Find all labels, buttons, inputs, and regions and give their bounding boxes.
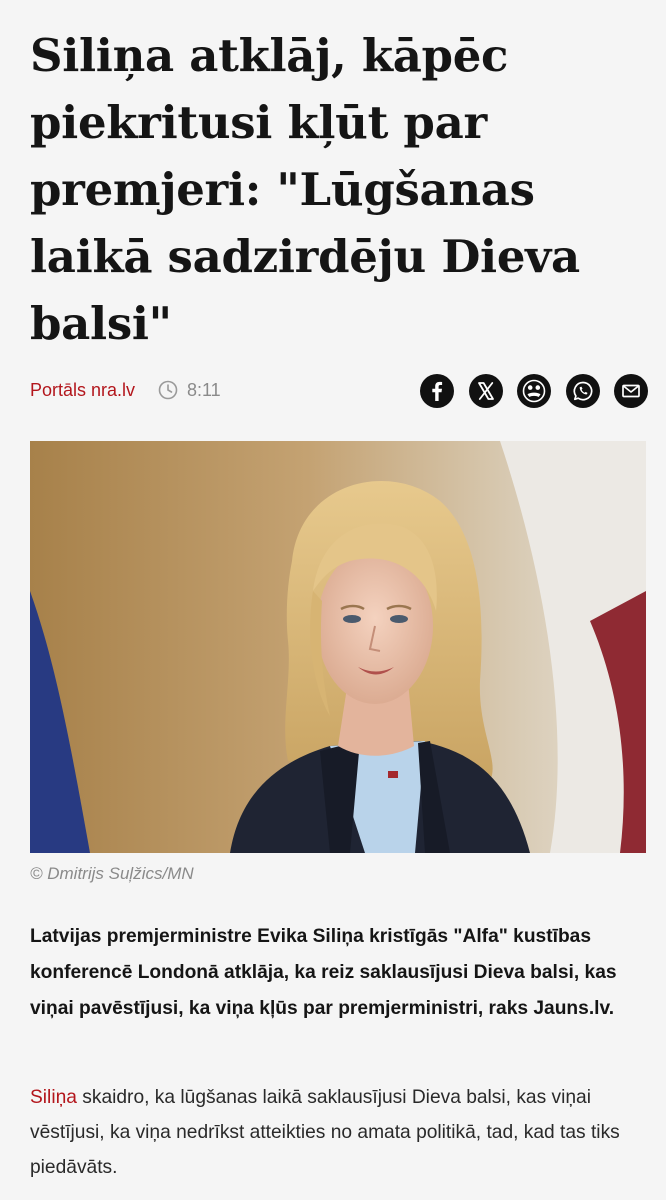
person-link[interactable]: Siliņa [30,1087,77,1108]
source-link[interactable]: Portāls nra.lv [30,380,135,401]
clock-icon [158,380,178,400]
article-photo [30,441,646,853]
publish-time: 8:11 [187,380,221,400]
article-meta: Portāls nra.lv 8:11 [30,370,650,414]
photo-credit: © Dmitrijs Suļžics/MN [30,864,194,883]
draugiem-icon[interactable] [517,374,551,408]
body-text: skaidro, ka lūgšanas laikā saklausījusi … [30,1087,620,1178]
article-headline: Siliņa atklāj, kāpēc piekritusi kļūt par… [30,29,580,350]
facebook-icon[interactable] [420,374,454,408]
email-icon[interactable] [614,374,648,408]
article-lead: Latvijas premjerministre Evika Siliņa kr… [30,926,617,1019]
whatsapp-icon[interactable] [566,374,600,408]
article: Siliņa atklāj, kāpēc piekritusi kļūt par… [0,0,666,1200]
article-body: Siliņa skaidro, ka lūgšanas laikā saklau… [30,1080,650,1185]
x-icon[interactable] [469,374,503,408]
